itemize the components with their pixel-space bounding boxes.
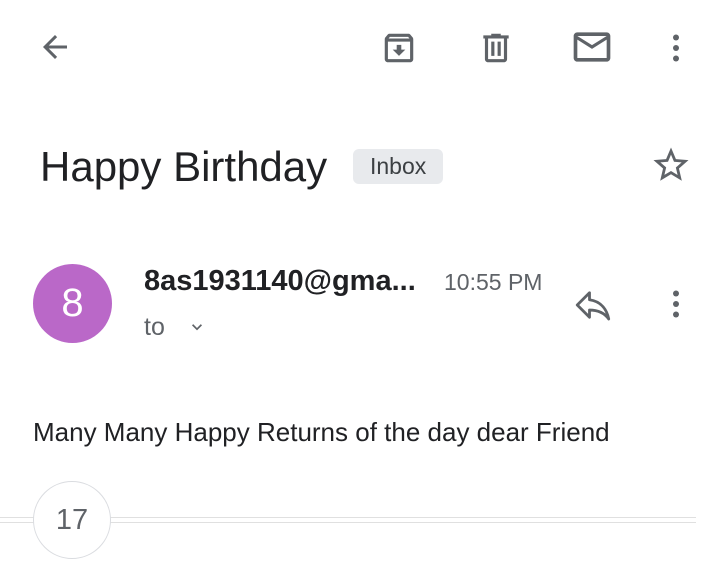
star-outline-icon (653, 147, 689, 181)
archive-icon (384, 33, 414, 63)
arrow-left-icon (43, 35, 67, 59)
star-button[interactable] (648, 142, 694, 188)
back-button[interactable] (33, 25, 77, 69)
message-body: Many Many Happy Returns of the day dear … (33, 417, 610, 447)
reply-icon (575, 291, 611, 321)
archive-button[interactable] (377, 26, 421, 70)
email-subject: Happy Birthday (40, 143, 328, 190)
more-vert-icon (673, 34, 679, 62)
trash-icon (483, 33, 509, 63)
email-view: Happy Birthday Inbox 8 8as1931140@gma...… (0, 0, 720, 585)
more-vert-icon (673, 290, 679, 318)
reply-button[interactable] (570, 282, 616, 328)
inbox-label-chip[interactable]: Inbox (353, 149, 444, 184)
recipient-details-toggle[interactable]: to (144, 310, 207, 344)
delete-button[interactable] (474, 26, 518, 70)
mark-unread-button[interactable] (568, 24, 616, 70)
mail-icon (573, 32, 611, 62)
more-options-button[interactable] (658, 26, 694, 70)
sender-avatar[interactable]: 8 (33, 264, 112, 343)
message-more-button[interactable] (658, 282, 694, 326)
recipient-label: to (144, 313, 165, 341)
message-time: 10:55 PM (444, 269, 543, 295)
sender-address: 8as1931140@gma... (144, 265, 416, 297)
collapsed-messages-count[interactable]: 17 (33, 481, 111, 559)
chevron-down-icon (191, 324, 202, 331)
